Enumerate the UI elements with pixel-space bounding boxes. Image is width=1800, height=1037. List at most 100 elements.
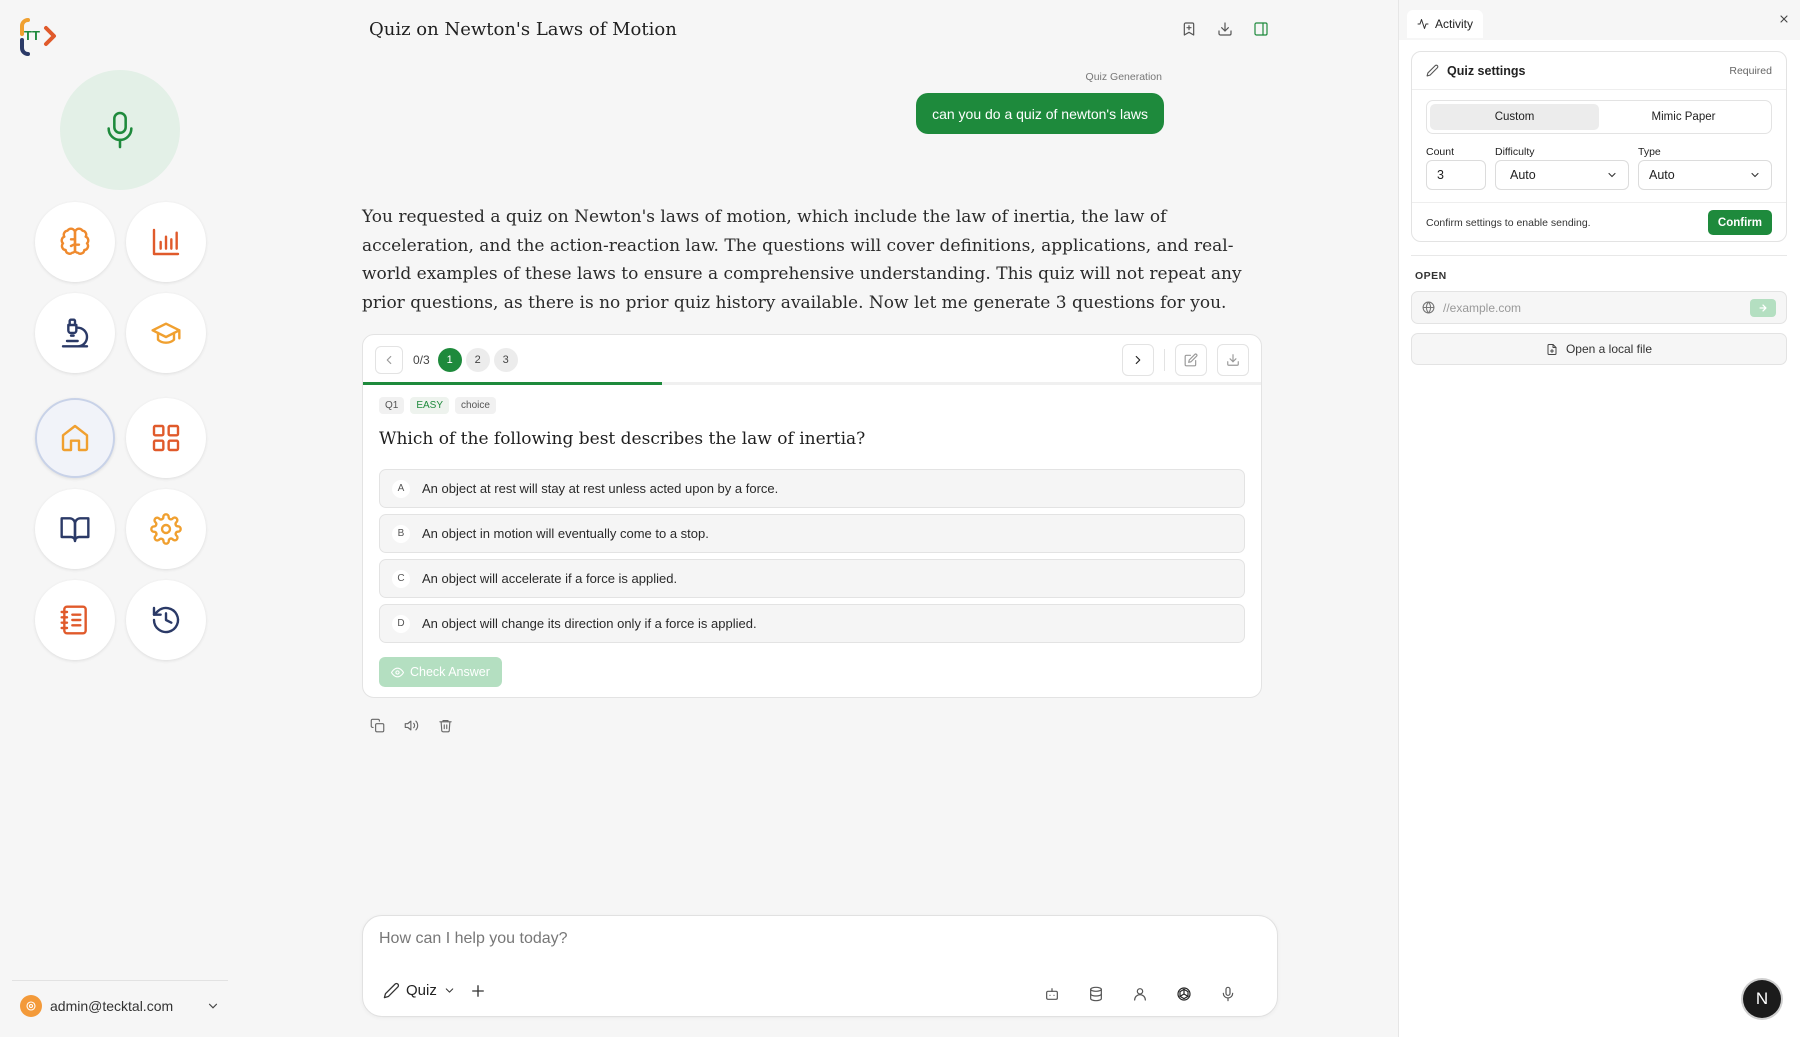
chevron-right-icon xyxy=(1135,355,1141,365)
chat-composer: Quiz xyxy=(362,915,1278,1017)
nav-history-button[interactable] xyxy=(126,580,206,660)
count-value: 3 xyxy=(1437,168,1444,182)
nav-analytics-button[interactable] xyxy=(126,202,206,282)
n-badge-button[interactable]: N xyxy=(1743,980,1781,1018)
option-letter: C xyxy=(392,569,410,588)
url-open-field xyxy=(1411,291,1787,324)
question-id-tag: Q1 xyxy=(379,397,405,414)
brain-icon xyxy=(60,227,90,255)
option-c[interactable]: C An object will accelerate if a force i… xyxy=(379,559,1245,598)
bookmark-button[interactable] xyxy=(1178,18,1200,40)
speaker-icon xyxy=(404,720,418,730)
model-button[interactable] xyxy=(1173,983,1195,1005)
prev-question-button[interactable] xyxy=(375,346,403,374)
add-attachment-button[interactable] xyxy=(469,982,487,1005)
message-label: Quiz Generation xyxy=(1085,71,1162,83)
question-page-1[interactable]: 1 xyxy=(437,348,462,372)
message-actions xyxy=(366,714,456,736)
chevron-down-icon xyxy=(208,1003,218,1009)
difficulty-select[interactable]: Auto xyxy=(1495,160,1629,190)
user-message-bubble: can you do a quiz of newton's laws xyxy=(916,93,1164,134)
open-section-label: OPEN xyxy=(1415,270,1447,282)
quiz-settings-card: Quiz settings Required Custom Mimic Pape… xyxy=(1411,51,1787,242)
difficulty-tag: EASY xyxy=(410,397,450,414)
microphone-icon xyxy=(107,111,133,149)
panel-divider xyxy=(1411,255,1787,256)
option-b[interactable]: B An object in motion will eventually co… xyxy=(379,514,1245,553)
required-label: Required xyxy=(1729,64,1772,77)
question-tags: Q1 EASY choice xyxy=(379,397,496,414)
count-field[interactable]: 3 xyxy=(1426,160,1486,190)
svg-text:TT: TT xyxy=(24,28,40,43)
option-text: An object in motion will eventually come… xyxy=(422,526,709,541)
mode-selector[interactable]: Quiz xyxy=(383,982,456,999)
edit-quiz-button[interactable] xyxy=(1175,344,1207,376)
option-text: An object will change its direction only… xyxy=(422,616,757,631)
check-answer-button[interactable]: Check Answer xyxy=(379,657,502,687)
close-panel-button[interactable] xyxy=(1778,12,1790,30)
quiz-progress-text: 0/3 xyxy=(413,353,430,367)
count-label: Count xyxy=(1426,146,1455,158)
nav-home-button[interactable] xyxy=(35,398,115,478)
pencil-icon xyxy=(383,982,400,999)
open-local-file-button[interactable]: Open a local file xyxy=(1411,333,1787,365)
user-avatar-icon xyxy=(26,1001,36,1011)
type-tag: choice xyxy=(455,397,496,414)
nav-brain-button[interactable] xyxy=(35,202,115,282)
nav-lab-button[interactable] xyxy=(35,293,115,373)
option-a[interactable]: A An object at rest will stay at rest un… xyxy=(379,469,1245,508)
voice-input-button[interactable] xyxy=(1217,983,1239,1005)
user-account-menu[interactable]: admin@tecktal.com xyxy=(20,994,220,1018)
tab-activity-label: Activity xyxy=(1435,17,1474,31)
read-aloud-button[interactable] xyxy=(400,714,422,736)
quiz-progress-fill xyxy=(363,382,663,385)
type-select[interactable]: Auto xyxy=(1638,160,1772,190)
app-logo[interactable]: TT xyxy=(14,12,62,58)
chat-input[interactable] xyxy=(379,930,1239,948)
option-text: An object at rest will stay at rest unle… xyxy=(422,481,779,496)
mode-mimic-paper-option[interactable]: Mimic Paper xyxy=(1599,104,1768,130)
persona-button[interactable] xyxy=(1129,983,1151,1005)
plus-icon xyxy=(472,985,484,997)
toggle-panel-button[interactable] xyxy=(1250,18,1272,40)
question-page-2[interactable]: 2 xyxy=(465,348,490,372)
quiz-settings-header: Quiz settings Required xyxy=(1412,52,1786,90)
delete-button[interactable] xyxy=(434,714,456,736)
quiz-header: 0/3 1 2 3 xyxy=(375,344,1249,376)
chevron-left-icon xyxy=(386,355,392,365)
confirm-button[interactable]: Confirm xyxy=(1707,210,1772,235)
download-quiz-button[interactable] xyxy=(1217,344,1249,376)
question-page-3[interactable]: 3 xyxy=(493,348,518,372)
eye-icon xyxy=(391,667,404,677)
notebook-icon xyxy=(60,605,87,635)
assistant-answer: You requested a quiz on Newton's laws of… xyxy=(362,207,1242,313)
nav-courses-button[interactable] xyxy=(126,293,206,373)
graduation-cap-icon xyxy=(151,322,181,344)
main-content: Quiz on Newton's Laws of Motion Quiz Gen… xyxy=(228,0,1398,1037)
nav-apps-button[interactable] xyxy=(126,398,206,478)
answer-options: A An object at rest will stay at rest un… xyxy=(379,469,1245,649)
open-url-button[interactable] xyxy=(1750,298,1776,317)
agent-button[interactable] xyxy=(1041,983,1063,1005)
microscope-icon xyxy=(61,318,89,348)
url-input[interactable] xyxy=(1443,300,1733,315)
quiz-progress-bar xyxy=(363,382,1261,385)
voice-mic-button[interactable] xyxy=(60,70,180,190)
nav-settings-button[interactable] xyxy=(126,489,206,569)
confirm-hint: Confirm settings to enable sending. xyxy=(1426,216,1591,229)
nav-library-button[interactable] xyxy=(35,489,115,569)
activity-panel: Activity Quiz settings Required Custom M… xyxy=(1398,0,1800,1037)
copy-icon xyxy=(370,718,384,732)
tab-activity[interactable]: Activity xyxy=(1407,10,1484,38)
nav-notebook-button[interactable] xyxy=(35,580,115,660)
page-title: Quiz on Newton's Laws of Motion xyxy=(369,19,677,40)
option-d[interactable]: D An object will change its direction on… xyxy=(379,604,1245,643)
knowledge-base-button[interactable] xyxy=(1085,983,1107,1005)
next-question-button[interactable] xyxy=(1122,344,1154,376)
type-label: Type xyxy=(1638,146,1661,158)
copy-button[interactable] xyxy=(366,714,388,736)
download-button[interactable] xyxy=(1214,18,1236,40)
openai-icon xyxy=(1177,987,1191,1001)
mode-custom-option[interactable]: Custom xyxy=(1430,104,1599,130)
composer-tools xyxy=(1041,983,1239,1005)
